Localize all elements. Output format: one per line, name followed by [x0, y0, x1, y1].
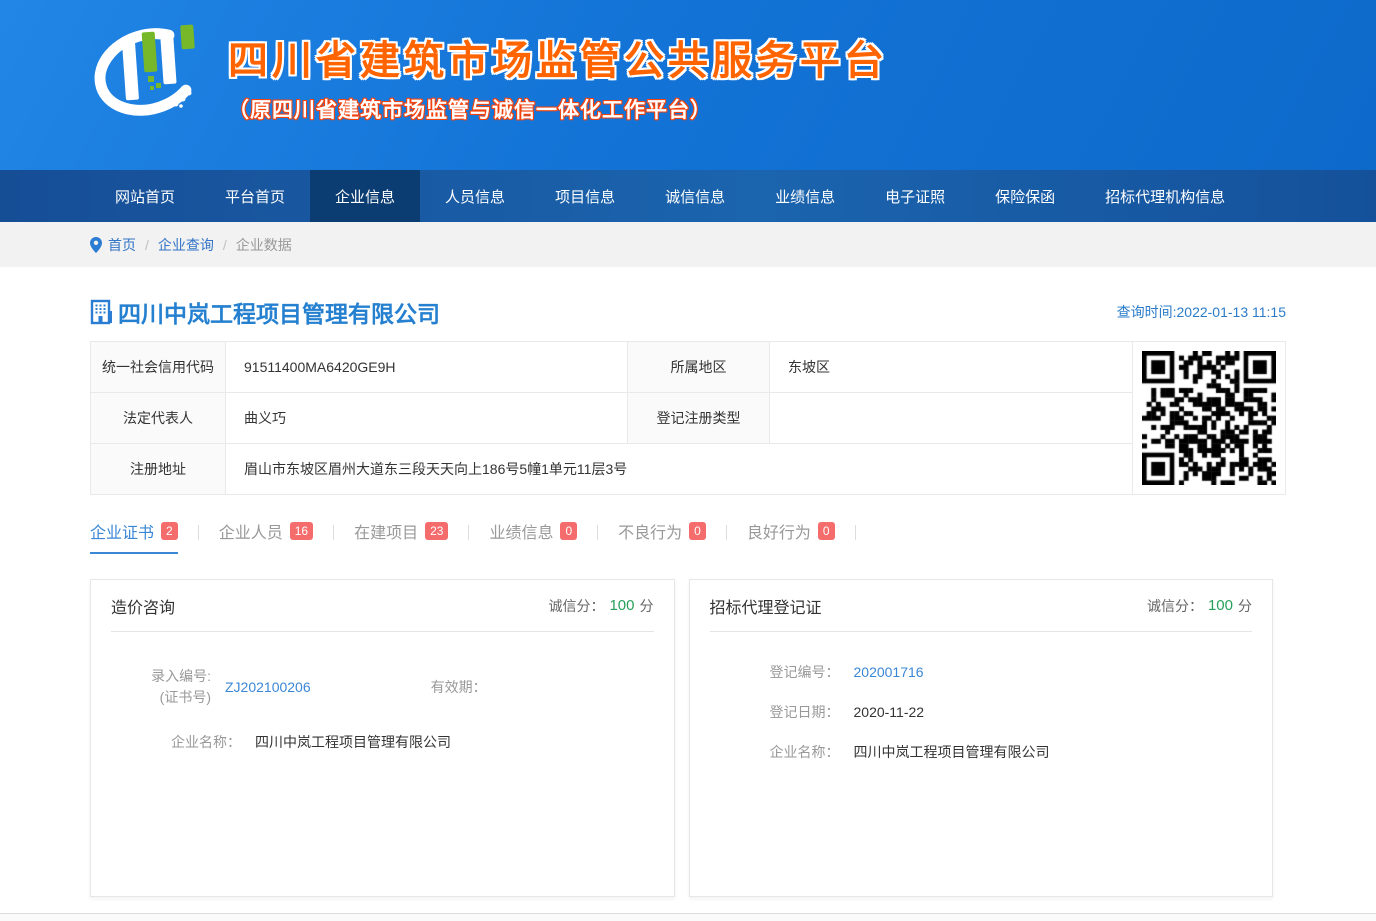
- table-row: 法定代表人 曲义巧 登记注册类型: [91, 393, 1133, 444]
- tab-separator: [468, 525, 469, 540]
- company-name-label: 企业名称：: [131, 732, 241, 752]
- region-value: 东坡区: [770, 342, 1133, 393]
- tab-count-badge: 0: [560, 522, 577, 540]
- detail-tabs: 企业证书 2 企业人员 16 在建项目 23 业绩信息 0 不良行为 0 良好行…: [90, 519, 1286, 554]
- nav-item-performance-info[interactable]: 业绩信息: [750, 170, 860, 222]
- entry-no-label: 录入编号: (证书号): [131, 666, 211, 708]
- nav-item-site-home[interactable]: 网站首页: [90, 170, 200, 222]
- tab-count-badge: 23: [425, 522, 448, 540]
- tab-label: 不良行为: [618, 519, 682, 543]
- credit-score-value: 100: [1208, 597, 1233, 614]
- tab-label: 业绩信息: [489, 519, 553, 543]
- qr-code: [1142, 351, 1276, 485]
- card-cost-consulting: 造价咨询 诚信分： 100 分 录入编号: (证书号) ZJ202100206: [90, 579, 675, 897]
- breadcrumb-home[interactable]: 首页: [108, 235, 136, 255]
- valid-period-label: 有效期：: [431, 677, 487, 697]
- breadcrumb-separator: /: [223, 237, 227, 253]
- breadcrumb-enterprise-query[interactable]: 企业查询: [158, 235, 214, 255]
- card-title: 招标代理登记证: [710, 594, 822, 618]
- reg-no-link[interactable]: 202001716: [854, 664, 924, 680]
- tab-separator: [597, 525, 598, 540]
- reg-date-value: 2020-11-22: [854, 704, 925, 720]
- tab-separator: [198, 525, 199, 540]
- tab-count-badge: 0: [689, 522, 706, 540]
- entry-no-link[interactable]: ZJ202100206: [225, 679, 311, 695]
- tab-label: 良好行为: [747, 519, 811, 543]
- credit-score-value: 100: [609, 597, 634, 614]
- credit-score: 诚信分： 100 分: [548, 596, 653, 616]
- nav-item-project-info[interactable]: 项目信息: [530, 170, 640, 222]
- nav-item-bidding-agency-info[interactable]: 招标代理机构信息: [1080, 170, 1250, 222]
- tab-label: 在建项目: [354, 519, 418, 543]
- card-bidding-agency-registration: 招标代理登记证 诚信分： 100 分 登记编号： 202001716 登记日期：: [689, 579, 1274, 897]
- page-title-company-name: 四川中岚工程项目管理有限公司: [118, 295, 440, 329]
- credit-score-unit: 分: [1238, 596, 1252, 616]
- breadcrumb-separator: /: [145, 237, 149, 253]
- reg-type-value: [770, 393, 1133, 444]
- reg-no-label: 登记编号：: [730, 662, 840, 682]
- nav-item-personnel-info[interactable]: 人员信息: [420, 170, 530, 222]
- breadcrumb-bar: 首页 / 企业查询 / 企业数据: [0, 222, 1376, 267]
- tab-bad-behavior[interactable]: 不良行为 0: [618, 519, 706, 554]
- credit-score-label: 诚信分：: [1147, 596, 1203, 616]
- query-time: 查询时间:2022-01-13 11:15: [1117, 302, 1286, 322]
- main-nav: 网站首页 平台首页 企业信息 人员信息 项目信息 诚信信息 业绩信息 电子证照 …: [0, 170, 1376, 222]
- table-row: 统一社会信用代码 91511400MA6420GE9H 所属地区 东坡区: [91, 342, 1133, 393]
- certificate-cards: 造价咨询 诚信分： 100 分 录入编号: (证书号) ZJ202100206: [90, 579, 1273, 897]
- breadcrumb-current: 企业数据: [236, 235, 292, 255]
- company-name-label: 企业名称：: [730, 742, 840, 762]
- main-content: 四川中岚工程项目管理有限公司 查询时间:2022-01-13 11:15 统一社…: [90, 295, 1286, 897]
- nav-item-credit-info[interactable]: 诚信信息: [640, 170, 750, 222]
- tab-separator: [333, 525, 334, 540]
- tab-count-badge: 0: [818, 522, 835, 540]
- tab-separator: [855, 525, 856, 540]
- nav-item-enterprise-info[interactable]: 企业信息: [310, 170, 420, 222]
- footer-divider: [0, 913, 1376, 921]
- table-row: 注册地址 眉山市东坡区眉州大道东三段天天向上186号5幢1单元11层3号: [91, 444, 1133, 495]
- site-header: 四川省建筑市场监管公共服务平台 （原四川省建筑市场监管与诚信一体化工作平台）: [0, 0, 1376, 170]
- tab-label: 企业证书: [90, 519, 154, 543]
- tab-enterprise-personnel[interactable]: 企业人员 16: [219, 519, 313, 554]
- site-title: 四川省建筑市场监管公共服务平台: [228, 28, 888, 86]
- company-info-section: 统一社会信用代码 91511400MA6420GE9H 所属地区 东坡区 法定代…: [90, 341, 1286, 495]
- address-value: 眉山市东坡区眉州大道东三段天天向上186号5幢1单元11层3号: [226, 444, 1133, 495]
- building-icon: [90, 299, 114, 325]
- tab-count-badge: 2: [161, 522, 178, 540]
- nav-item-insurance-guarantee[interactable]: 保险保函: [970, 170, 1080, 222]
- region-label: 所属地区: [628, 342, 770, 393]
- site-subtitle: （原四川省建筑市场监管与诚信一体化工作平台）: [228, 94, 888, 124]
- card-title: 造价咨询: [111, 594, 175, 618]
- breadcrumb: 首页 / 企业查询 / 企业数据: [90, 222, 1286, 267]
- tab-performance-info[interactable]: 业绩信息 0: [489, 519, 577, 554]
- site-logo-icon: [86, 12, 214, 122]
- credit-score: 诚信分： 100 分: [1147, 596, 1252, 616]
- tab-projects-under-construction[interactable]: 在建项目 23: [354, 519, 448, 554]
- credit-score-label: 诚信分：: [548, 596, 604, 616]
- tab-enterprise-certificates[interactable]: 企业证书 2: [90, 519, 178, 554]
- company-name-value: 四川中岚工程项目管理有限公司: [854, 742, 1050, 762]
- nav-item-e-certificate[interactable]: 电子证照: [860, 170, 970, 222]
- tab-separator: [726, 525, 727, 540]
- legal-rep-value: 曲义巧: [226, 393, 628, 444]
- credit-code-value: 91511400MA6420GE9H: [226, 342, 628, 393]
- tab-count-badge: 16: [290, 522, 313, 540]
- tab-label: 企业人员: [219, 519, 283, 543]
- reg-date-label: 登记日期：: [730, 702, 840, 722]
- company-name-value: 四川中岚工程项目管理有限公司: [255, 732, 451, 752]
- address-label: 注册地址: [91, 444, 226, 495]
- credit-score-unit: 分: [640, 596, 654, 616]
- qr-code-box: [1132, 341, 1286, 495]
- credit-code-label: 统一社会信用代码: [91, 342, 226, 393]
- location-pin-icon: [90, 237, 102, 253]
- company-info-table: 统一社会信用代码 91511400MA6420GE9H 所属地区 东坡区 法定代…: [90, 341, 1133, 495]
- reg-type-label: 登记注册类型: [628, 393, 770, 444]
- tab-good-behavior[interactable]: 良好行为 0: [747, 519, 835, 554]
- legal-rep-label: 法定代表人: [91, 393, 226, 444]
- nav-item-platform-home[interactable]: 平台首页: [200, 170, 310, 222]
